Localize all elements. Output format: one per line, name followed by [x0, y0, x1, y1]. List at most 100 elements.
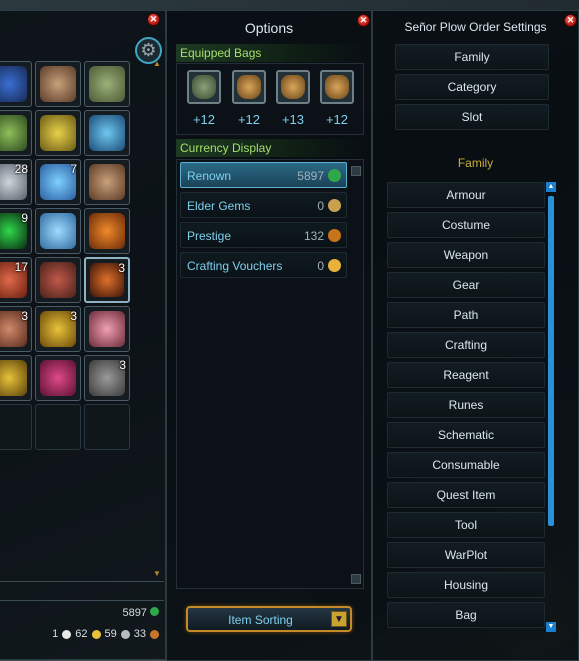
inventory-slot[interactable] — [84, 306, 130, 352]
item-sorting-dropdown[interactable]: Item Sorting ▼ — [186, 606, 352, 632]
silver-coin-icon — [120, 629, 130, 639]
options-title: Options — [244, 20, 294, 36]
currency-value: 132 — [303, 229, 324, 243]
family-item[interactable]: Armour — [387, 182, 545, 208]
family-order-list: Armour Costume Weapon Gear Path Crafting… — [385, 182, 549, 632]
currency-display-header: Currency Display — [176, 139, 364, 157]
sort-settings-title: Señor Plow Order Settings — [404, 20, 547, 34]
currency-display-list: Renown 5897 Elder Gems 0 Prestige 132 Cr… — [176, 159, 364, 589]
family-scrollbar[interactable]: ▲ ▼ — [546, 182, 556, 632]
currency-row-prestige[interactable]: Prestige 132 — [180, 222, 347, 248]
inventory-slot[interactable]: 17 — [0, 257, 32, 303]
family-item[interactable]: Quest Item — [387, 482, 545, 508]
bag-icon — [325, 75, 349, 99]
inventory-slot[interactable] — [35, 257, 81, 303]
inventory-slot[interactable] — [84, 208, 130, 254]
currency-label: Crafting Vouchers — [187, 259, 283, 273]
currency-value: 5897 — [297, 169, 324, 183]
inventory-slot[interactable]: 28 — [0, 159, 32, 205]
inventory-slot[interactable] — [35, 355, 81, 401]
bag-icon — [281, 75, 305, 99]
inventory-footer-bar — [0, 581, 164, 601]
family-item[interactable]: Gear — [387, 272, 545, 298]
family-header: Family — [457, 156, 494, 170]
currency-scrollbar[interactable] — [351, 166, 361, 584]
inventory-renown: 5897 — [122, 607, 159, 619]
inventory-slot[interactable]: 9 — [0, 208, 32, 254]
silver-value: 59 — [104, 628, 117, 640]
scrollbar-thumb[interactable] — [548, 196, 554, 526]
gold-value: 62 — [75, 628, 88, 640]
inventory-slot[interactable] — [35, 404, 81, 450]
family-item[interactable]: Consumable — [387, 452, 545, 478]
inventory-slot[interactable] — [35, 110, 81, 156]
inventory-slot[interactable] — [0, 110, 32, 156]
family-item[interactable]: Crafting — [387, 332, 545, 358]
currency-label: Elder Gems — [187, 199, 251, 213]
inventory-money: 1 62 59 33 — [52, 628, 159, 640]
inventory-slot[interactable]: 3 — [0, 306, 32, 352]
inventory-slot[interactable] — [0, 355, 32, 401]
inventory-slot[interactable]: 7 — [35, 159, 81, 205]
currency-row-renown[interactable]: Renown 5897 — [180, 162, 347, 188]
renown-icon — [150, 607, 159, 616]
family-item[interactable]: WarPlot — [387, 542, 545, 568]
renown-icon — [328, 169, 341, 182]
inventory-slot[interactable] — [0, 61, 32, 107]
scroll-up-icon[interactable]: ▲ — [546, 182, 556, 192]
sort-by-family-button[interactable]: Family — [395, 44, 549, 70]
equipped-bags: +12 +12 +13 +12 — [176, 63, 364, 135]
inventory-grid: 28 7 9 17 3 3 3 3 — [0, 61, 130, 450]
inventory-slot[interactable]: 3 — [35, 306, 81, 352]
scroll-down-icon[interactable] — [351, 574, 361, 584]
scroll-down-icon[interactable]: ▼ — [546, 622, 556, 632]
inventory-slot[interactable]: 3 — [84, 257, 130, 303]
family-item[interactable]: Reagent — [387, 362, 545, 388]
scroll-up-icon[interactable] — [351, 166, 361, 176]
equipped-bags-header: Equipped Bags — [176, 44, 364, 62]
bag-size: +12 — [325, 112, 349, 127]
inventory-slot[interactable] — [84, 404, 130, 450]
renown-value: 5897 — [122, 607, 147, 619]
bag-size: +12 — [237, 112, 261, 127]
family-item[interactable]: Runes — [387, 392, 545, 418]
inventory-slot[interactable]: 3 — [84, 355, 130, 401]
inventory-slot[interactable] — [35, 208, 81, 254]
copper-value: 33 — [133, 628, 146, 640]
sort-by-category-button[interactable]: Category — [395, 74, 549, 100]
sort-by-slot-button[interactable]: Slot — [395, 104, 549, 130]
bag-slot[interactable] — [320, 70, 354, 104]
inventory-scroll-up-icon[interactable]: ▲ — [152, 59, 162, 69]
family-item[interactable]: Weapon — [387, 242, 545, 268]
currency-row-elder-gems[interactable]: Elder Gems 0 — [180, 192, 347, 218]
close-inventory-button[interactable]: ✕ — [147, 13, 160, 26]
inventory-slot[interactable] — [84, 61, 130, 107]
bag-slot[interactable] — [232, 70, 266, 104]
inventory-slot[interactable] — [84, 110, 130, 156]
inventory-slot[interactable] — [84, 159, 130, 205]
family-item[interactable]: Housing — [387, 572, 545, 598]
inventory-slot[interactable] — [0, 404, 32, 450]
family-item[interactable]: Bag — [387, 602, 545, 628]
elder-gem-icon — [328, 199, 341, 212]
item-sorting-label: Item Sorting — [228, 613, 293, 627]
crafting-voucher-icon — [328, 259, 341, 272]
prestige-icon — [328, 229, 341, 242]
bag-slot[interactable] — [276, 70, 310, 104]
chevron-down-icon[interactable]: ▼ — [331, 611, 347, 627]
bag-slot[interactable] — [187, 70, 221, 104]
family-item[interactable]: Schematic — [387, 422, 545, 448]
inventory-slot[interactable] — [35, 61, 81, 107]
family-item[interactable]: Costume — [387, 212, 545, 238]
copper-coin-icon — [150, 629, 159, 639]
currency-label: Renown — [187, 169, 232, 183]
bag-icon — [192, 75, 216, 99]
sort-settings-panel: ✕ Señor Plow Order Settings Family Categ… — [372, 10, 579, 661]
currency-row-crafting-vouchers[interactable]: Crafting Vouchers 0 — [180, 252, 347, 278]
currency-value: 0 — [317, 259, 324, 273]
family-item[interactable]: Path — [387, 302, 545, 328]
currency-value: 0 — [317, 199, 324, 213]
inventory-scroll-down-icon[interactable]: ▼ — [152, 569, 162, 579]
platinum-value: 1 — [52, 628, 59, 640]
family-item[interactable]: Tool — [387, 512, 545, 538]
